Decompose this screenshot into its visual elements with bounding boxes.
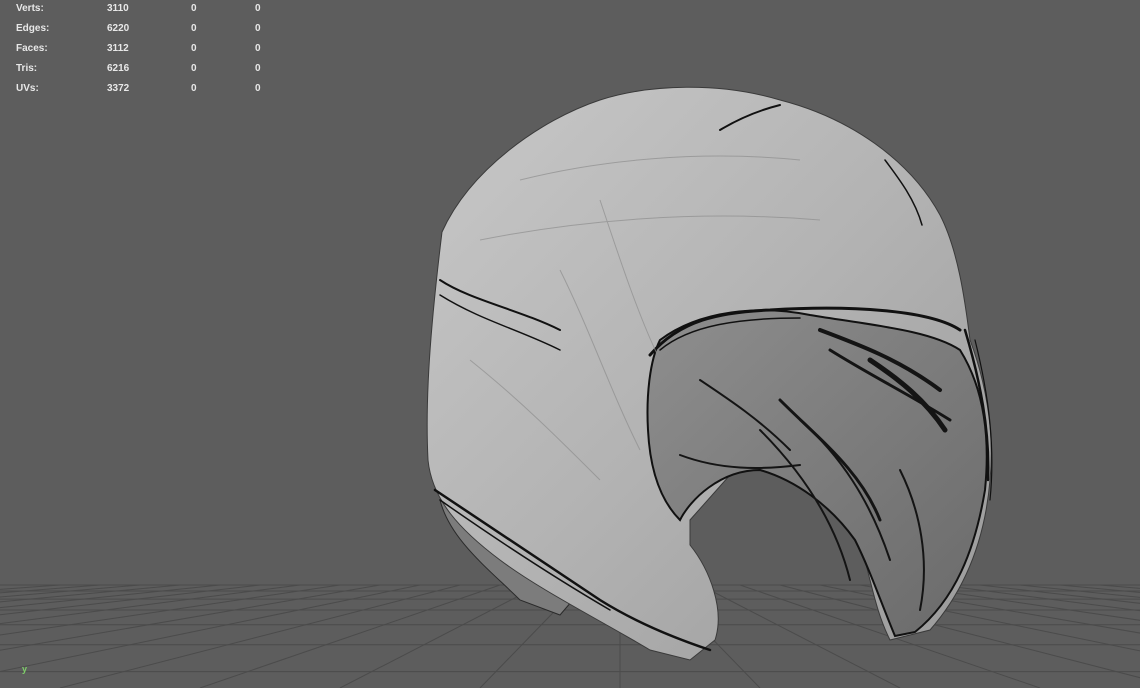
hud-total: 6220 [107, 23, 130, 34]
grid-line [0, 584, 421, 673]
hud-selected: 0 [191, 63, 197, 74]
3d-viewport[interactable] [0, 0, 1140, 688]
hud-label: Tris: [16, 63, 38, 74]
hud-total: 3112 [107, 43, 129, 54]
hud-label: Verts: [16, 3, 44, 14]
hud-component: 0 [255, 43, 261, 54]
hud-selected: 0 [191, 3, 197, 14]
hud-label: UVs: [16, 83, 39, 94]
grid-line [199, 584, 501, 688]
hud-component: 0 [255, 63, 261, 74]
hud-label: Faces: [16, 43, 48, 54]
grid-line [699, 584, 901, 688]
hud-component: 0 [255, 83, 261, 94]
hud-component: 0 [255, 23, 261, 34]
helmet-model[interactable] [426, 86, 993, 661]
grid-line [779, 584, 1140, 679]
grid-line [939, 584, 1140, 612]
hud-total: 6216 [107, 63, 130, 74]
grid-line [59, 584, 461, 688]
grid-line [0, 584, 221, 609]
hud-total: 3372 [107, 83, 130, 94]
hud-selected: 0 [191, 83, 197, 94]
grid-line [0, 584, 261, 616]
grid-line [339, 584, 541, 688]
hud-component: 0 [255, 3, 261, 14]
hud-selected: 0 [191, 43, 197, 54]
hud-total: 3110 [107, 3, 129, 14]
grid-line [0, 584, 61, 590]
grid-line [0, 584, 301, 625]
y-axis-indicator: y [22, 664, 28, 674]
hud-selected: 0 [191, 23, 197, 34]
hud-label: Edges: [16, 23, 50, 34]
grid-line [0, 584, 381, 651]
